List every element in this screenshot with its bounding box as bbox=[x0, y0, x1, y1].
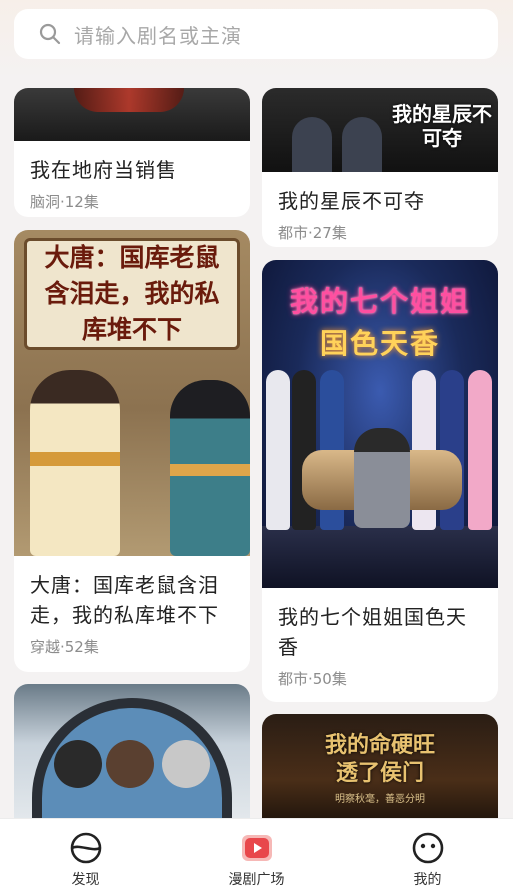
top-bar: 请输入剧名或主演 bbox=[0, 0, 513, 80]
nav-drama-square[interactable]: 漫剧广场 bbox=[187, 819, 327, 889]
cover-title: 我的星辰不可夺 bbox=[392, 102, 492, 150]
drama-title: 大唐：国库老鼠含泪走，我的私库堆不下 bbox=[30, 573, 219, 627]
cover-title: 我的命硬旺透了侯门 bbox=[324, 733, 435, 786]
nav-discover[interactable]: 发现 bbox=[16, 819, 156, 889]
drama-meta: 穿越·52集 bbox=[30, 638, 99, 656]
drama-title: 我的星辰不可夺 bbox=[278, 189, 425, 213]
drama-cover[interactable]: 大唐：国库老鼠含泪走，我的私库堆不下 bbox=[14, 230, 250, 556]
drama-card[interactable]: 我的命硬旺透了侯门 明察秋毫，善恶分明 bbox=[262, 714, 498, 818]
search-placeholder: 请输入剧名或主演 bbox=[74, 23, 242, 48]
cover-subtitle: 国色天香 bbox=[319, 327, 440, 360]
drama-meta: 都市·50集 bbox=[278, 670, 347, 688]
drama-meta: 脑洞·12集 bbox=[30, 193, 99, 211]
play-square-icon bbox=[241, 835, 272, 861]
drama-cover[interactable]: 我的星辰不可夺 bbox=[262, 88, 498, 172]
drama-cover[interactable] bbox=[14, 684, 250, 818]
profile-face-icon bbox=[412, 832, 443, 864]
drama-card[interactable]: 我的七个姐姐 国色天香 我的七个姐姐国色天香 都市·50集 bbox=[262, 260, 498, 702]
drama-cover[interactable]: 我的七个姐姐 国色天香 bbox=[262, 260, 498, 588]
search-bar[interactable]: 请输入剧名或主演 bbox=[14, 9, 498, 59]
nav-discover-label: 发现 bbox=[71, 872, 100, 888]
search-icon bbox=[39, 23, 61, 45]
bottom-nav: 发现 漫剧广场 我的 bbox=[0, 818, 513, 894]
cover-title: 大唐：国库老鼠含泪走，我的私库堆不下 bbox=[24, 238, 240, 350]
discover-icon bbox=[70, 832, 101, 864]
nav-mine-label: 我的 bbox=[413, 872, 442, 888]
drama-title: 我的七个姐姐国色天香 bbox=[278, 605, 467, 659]
drama-title: 我在地府当销售 bbox=[30, 158, 177, 182]
drama-card[interactable]: 我在地府当销售 脑洞·12集 bbox=[14, 88, 250, 217]
drama-cover[interactable] bbox=[14, 88, 250, 141]
drama-card[interactable]: 大唐：国库老鼠含泪走，我的私库堆不下 大唐：国库老鼠含泪走，我的私库堆不下 穿越… bbox=[14, 230, 250, 672]
drama-card[interactable] bbox=[14, 684, 250, 818]
drama-cover[interactable]: 我的命硬旺透了侯门 明察秋毫，善恶分明 bbox=[262, 714, 498, 818]
drama-feed[interactable]: 我在地府当销售 脑洞·12集 大唐：国库老鼠含泪走，我的私库堆不下 大唐：国库老… bbox=[0, 80, 513, 818]
nav-drama-square-label: 漫剧广场 bbox=[228, 872, 285, 888]
cover-title: 我的七个姐姐 bbox=[289, 285, 470, 318]
cover-subtitle: 明察秋毫，善恶分明 bbox=[335, 794, 425, 805]
drama-meta: 都市·27集 bbox=[278, 224, 347, 242]
nav-mine[interactable]: 我的 bbox=[358, 819, 498, 889]
drama-card[interactable]: 我的星辰不可夺 我的星辰不可夺 都市·27集 bbox=[262, 88, 498, 247]
